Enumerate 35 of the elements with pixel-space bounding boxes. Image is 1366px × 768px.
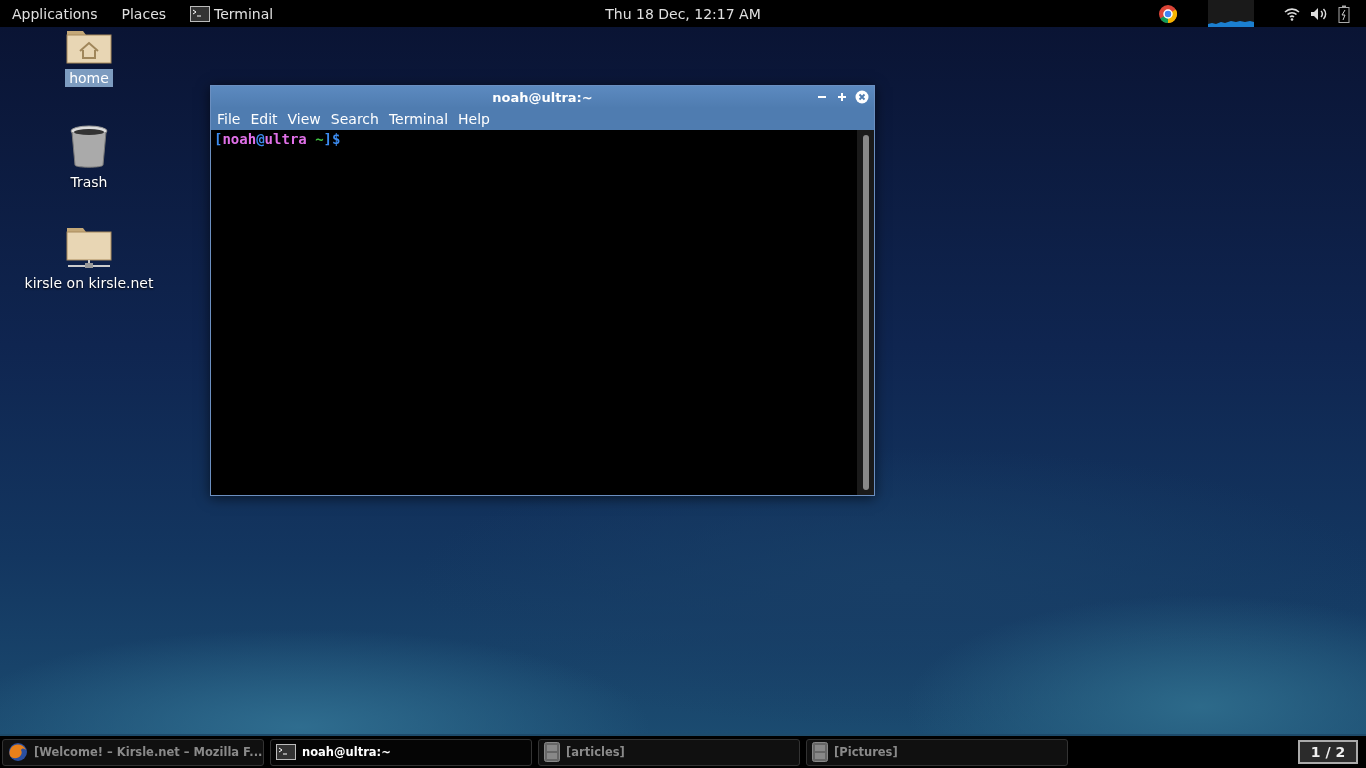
desktop-icon-label[interactable]: Trash [66,173,112,191]
system-monitor-graph[interactable] [1208,0,1254,27]
shell-prompt: [noah@ultra ~]$ [214,131,341,147]
taskbar-window-button[interactable]: [Pictures] [806,738,1068,766]
desktop-icon-label[interactable]: kirsle on kirsle.net [20,274,158,292]
desktop-icon-label[interactable]: home [65,69,113,87]
workspace-switcher[interactable]: 1 / 2 [1298,740,1358,764]
close-icon [855,90,869,104]
clock[interactable]: Thu 18 Dec, 12:17 AM [605,5,761,22]
window-title: noah@ultra:~ [492,89,593,105]
app-menu[interactable]: Terminal [178,0,286,27]
top-menu[interactable]: Places [109,0,179,27]
terminal-icon [276,744,296,760]
top-menu[interactable]: Applications [0,0,110,27]
scrollbar[interactable] [857,130,874,495]
taskbar-window-button[interactable]: noah@ultra:~ [270,738,532,766]
chrome-icon[interactable] [1158,3,1178,24]
cabinet-icon [812,742,828,762]
taskbar-window-button[interactable]: [articles] [538,738,800,766]
wifi-icon[interactable] [1284,6,1300,21]
close-button[interactable] [854,89,870,105]
plus-icon [837,92,847,102]
battery-icon[interactable] [1338,4,1350,23]
menu-item[interactable]: File [212,111,246,127]
terminal-icon [190,5,211,22]
globe-icon [8,742,28,762]
menu-item[interactable]: View [282,111,326,127]
volume-icon[interactable] [1310,6,1328,21]
taskbar-window-button[interactable]: [Welcome! – Kirsle.net – Mozilla F... [2,738,264,766]
menu-item[interactable]: Help [453,111,495,127]
menu-item[interactable]: Search [325,111,384,127]
trash-icon [69,125,109,169]
menu-item[interactable]: Edit [245,111,283,127]
menu-item[interactable]: Terminal [383,111,454,127]
cabinet-icon [544,742,560,762]
